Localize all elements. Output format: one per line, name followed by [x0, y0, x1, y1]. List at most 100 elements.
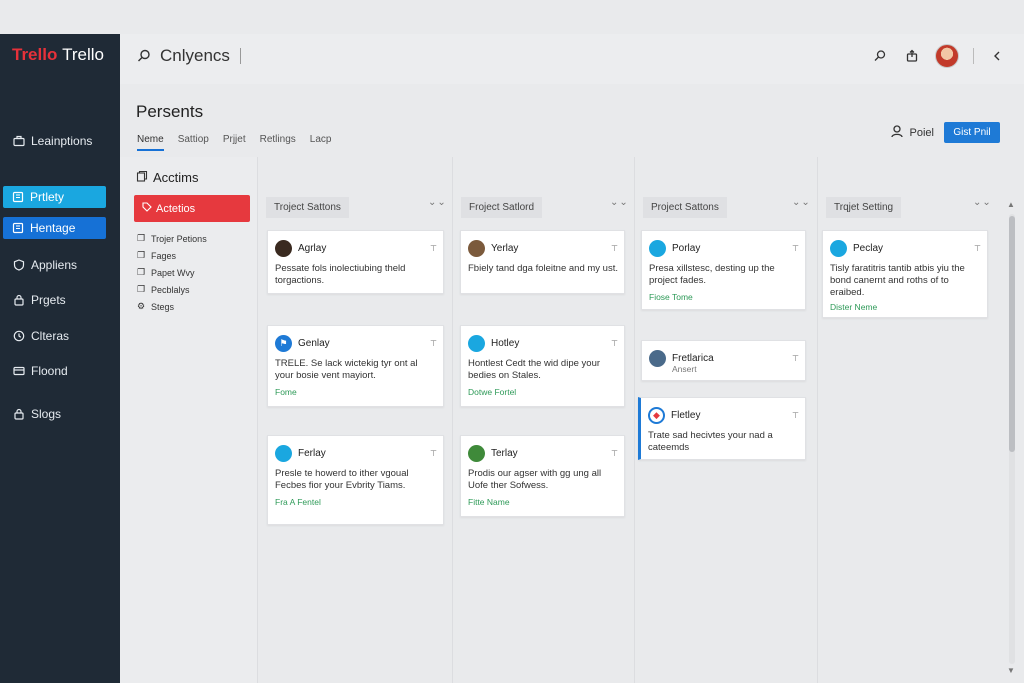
card-title: Genlay: [298, 337, 330, 349]
card-description: Fbiely tand dga foleitne and my ust.: [468, 263, 618, 274]
card-menu-icon[interactable]: ⊤: [611, 244, 618, 253]
user-menu[interactable]: Poiel: [890, 124, 934, 141]
sidebar-item-clteras[interactable]: Clteras: [12, 325, 112, 347]
card-link[interactable]: Dotwe Fortel: [468, 387, 618, 397]
column-header[interactable]: Troject Sattons: [266, 197, 349, 218]
card-title: Fretlarica: [672, 352, 714, 364]
panel-title: Acctims: [136, 170, 199, 185]
search-icon[interactable]: [871, 47, 889, 65]
task-card[interactable]: Peclay ⊤ Tisly faratitris tantib atbis y…: [822, 230, 988, 318]
tab-sattiop[interactable]: Sattiop: [178, 134, 209, 151]
card-menu-icon[interactable]: ⊤: [792, 354, 799, 363]
panel-item[interactable]: ❐ Papet Wvy: [137, 264, 207, 281]
copy-icon: ❐: [137, 284, 146, 294]
card-menu-icon[interactable]: ⊤: [792, 411, 799, 420]
copy-icon: [136, 170, 148, 185]
card-menu-icon[interactable]: ⊤: [611, 339, 618, 348]
card-menu-icon[interactable]: ⊤: [974, 244, 981, 253]
card-description: Tisly faratitris tantib atbis yiu the bo…: [830, 263, 965, 298]
sidebar-item-leainptions[interactable]: Leainptions: [12, 130, 112, 152]
avatar: [649, 349, 666, 367]
sidebar-item-prtlety[interactable]: Prtlety: [3, 186, 106, 208]
user-icon: [890, 124, 904, 141]
card-description: Pessate fols inolectiubing theld torgact…: [275, 263, 406, 286]
copy-icon: ❐: [137, 233, 146, 243]
actions-panel: Acctims Actetios ❐ Trojer Petions ❐ Fages …: [120, 157, 258, 683]
sidebar-item-label: Floond: [31, 364, 68, 378]
sidebar-item-hentage[interactable]: Hentage: [3, 217, 106, 239]
actions-button-label: Actetios: [156, 202, 196, 215]
board-icon: [11, 221, 25, 235]
task-card[interactable]: Fretlarica ⊤ Ansert: [641, 340, 806, 381]
column-header[interactable]: Trqjet Setting: [826, 197, 902, 218]
task-card[interactable]: Porlay ⊤ Presa xillstesc, desting up the…: [641, 230, 806, 310]
app-icon: [468, 334, 485, 352]
sidebar-item-prgets[interactable]: Prgets: [12, 289, 112, 311]
tab-retlings[interactable]: Retlings: [260, 134, 296, 151]
task-card[interactable]: Agrlay ⊤ Pessate fols inolectiubing thel…: [267, 230, 444, 294]
chevron-down-icon[interactable]: ⌄⌄: [428, 197, 447, 208]
panel-item[interactable]: ❐ Trojer Petions: [137, 230, 207, 247]
search-input[interactable]: Cnlyencs: [136, 46, 241, 66]
task-card[interactable]: Yerlay ⊤ Fbiely tand dga foleitne and my…: [460, 230, 625, 294]
brand-name-white: Trello: [62, 45, 104, 64]
column-header[interactable]: Froject Satlord: [461, 197, 543, 218]
sidebar-item-appliens[interactable]: Appliens: [12, 254, 112, 276]
scrollbar-thumb[interactable]: [1009, 216, 1015, 452]
search-text: Cnlyencs: [160, 46, 230, 65]
vertical-scrollbar[interactable]: ▲ ▼: [1006, 200, 1017, 680]
task-card[interactable]: ⚑ Genlay ⊤ TRELE. Se lack wictekig tyr o…: [267, 325, 444, 407]
card-link[interactable]: Fiose Tome: [649, 292, 799, 302]
card-menu-icon[interactable]: ⊤: [611, 449, 618, 458]
sidebar-item-floond[interactable]: Floond: [12, 360, 112, 382]
sidebar-item-label: Slogs: [31, 407, 62, 421]
task-card[interactable]: Terlay ⊤ Prodis our agser with gg ung al…: [460, 435, 625, 517]
task-card[interactable]: ◆ Fletley ⊤ Trate sad hecivtes your nad …: [638, 397, 806, 460]
panel-item[interactable]: ❐ Pecblalys: [137, 281, 207, 298]
divider: [973, 48, 974, 64]
card-title: Ferlay: [298, 447, 326, 459]
card-icon: [12, 364, 26, 378]
tab-lacp[interactable]: Lacp: [310, 134, 332, 151]
panel-item-label: Papet Wvy: [151, 267, 195, 278]
scroll-down-icon[interactable]: ▼: [1007, 666, 1015, 675]
task-card[interactable]: Hotley ⊤ Hontlest Cedt the wid dipe your…: [460, 325, 625, 407]
share-icon[interactable]: [903, 47, 921, 65]
chevron-down-icon[interactable]: ⌄⌄: [610, 197, 629, 208]
card-menu-icon[interactable]: ⊤: [792, 244, 799, 253]
task-card[interactable]: Ferlay ⊤ Presle te howerd to ither vgoua…: [267, 435, 444, 525]
tab-prjjet[interactable]: Prjjet: [223, 134, 246, 151]
card-menu-icon[interactable]: ⊤: [430, 449, 437, 458]
avatar: [275, 239, 292, 257]
card-link[interactable]: Fra A Fentel: [275, 497, 437, 507]
primary-button[interactable]: Gist Pnil: [944, 122, 1000, 143]
card-link[interactable]: Fitte Name: [468, 497, 618, 507]
card-link[interactable]: Fome: [275, 387, 437, 397]
app-logo[interactable]: Trello Trello: [12, 45, 104, 65]
actions-button[interactable]: Actetios: [134, 195, 250, 222]
app-icon: [830, 239, 847, 257]
sidebar-item-slogs[interactable]: Slogs: [12, 403, 112, 425]
board-column: Project Sattons ⌄⌄ Porlay ⊤ Presa xillst…: [635, 157, 818, 683]
card-menu-icon[interactable]: ⊤: [430, 244, 437, 253]
tab-neme[interactable]: Neme: [137, 134, 164, 151]
top-bar: Cnlyencs: [120, 34, 1024, 84]
page-title: Persents: [136, 102, 204, 121]
board-icon: [11, 190, 25, 204]
sidebar-item-label: Prtlety: [30, 190, 65, 204]
card-menu-icon[interactable]: ⊤: [430, 339, 437, 348]
panel-item[interactable]: ❐ Fages: [137, 247, 207, 264]
avatar[interactable]: [935, 44, 959, 68]
chevron-left-icon[interactable]: [988, 47, 1006, 65]
card-description: Presa xillstesc, desting up the project …: [649, 263, 775, 286]
scroll-up-icon[interactable]: ▲: [1007, 200, 1015, 209]
top-actions: [871, 44, 1006, 68]
tag-icon: [142, 202, 152, 215]
clock-icon: [12, 329, 26, 343]
panel-item[interactable]: ⚙ Stegs: [137, 298, 207, 315]
column-header[interactable]: Project Sattons: [643, 197, 727, 218]
card-subtitle: Ansert: [672, 364, 697, 374]
card-link[interactable]: Dister Neme: [830, 302, 981, 312]
chevron-down-icon[interactable]: ⌄⌄: [792, 197, 811, 208]
chevron-down-icon[interactable]: ⌄⌄: [973, 197, 992, 208]
